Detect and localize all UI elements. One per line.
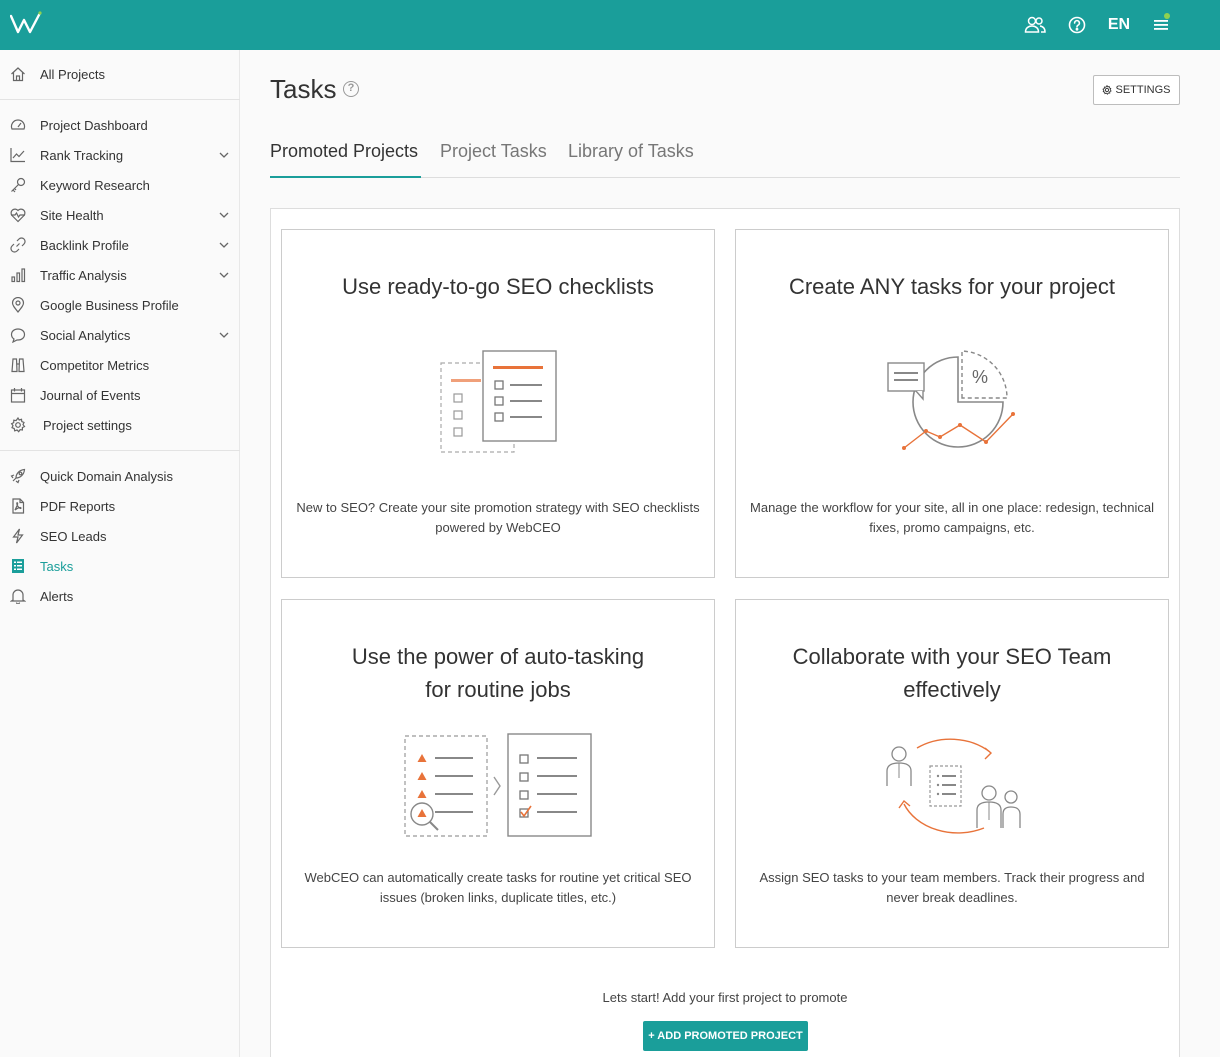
sidebar-item-label: SEO Leads bbox=[40, 528, 107, 544]
gear-icon bbox=[10, 417, 26, 433]
pin-icon bbox=[11, 297, 25, 313]
sidebar-item-label: Social Analytics bbox=[40, 327, 131, 343]
chevron-down-icon[interactable] bbox=[218, 329, 230, 341]
help-icon[interactable] bbox=[1056, 0, 1098, 50]
sidebar-item-label: Project Dashboard bbox=[40, 117, 148, 133]
sidebar-item-site-health[interactable]: Site Health bbox=[0, 200, 240, 230]
sidebar-item-google-business-profile[interactable]: Google Business Profile bbox=[0, 290, 240, 320]
feature-card-any-tasks: Create ANY tasks for your project % Mana… bbox=[735, 229, 1169, 578]
menu-icon[interactable] bbox=[1140, 0, 1182, 50]
bars-icon bbox=[11, 268, 26, 283]
sidebar-item-traffic-analysis[interactable]: Traffic Analysis bbox=[0, 260, 240, 290]
notification-dot bbox=[1164, 13, 1170, 19]
tasks-icon bbox=[12, 559, 24, 573]
help-icon[interactable]: ? bbox=[343, 81, 359, 97]
gear-icon bbox=[1102, 85, 1113, 95]
card-title-line2: for routine jobs bbox=[425, 677, 571, 702]
pie-chart-illustration: % bbox=[887, 350, 1015, 450]
page-title: Tasks bbox=[270, 74, 337, 104]
sidebar-item-seo-leads[interactable]: SEO Leads bbox=[0, 521, 240, 551]
sidebar-item-label: Quick Domain Analysis bbox=[40, 468, 173, 484]
tab-library-of-tasks[interactable]: Library of Tasks bbox=[568, 141, 694, 178]
sidebar-item-label: Project settings bbox=[43, 417, 132, 433]
dashboard-icon bbox=[10, 119, 26, 130]
sidebar-item-all-projects[interactable]: All Projects bbox=[0, 59, 240, 89]
checklist-illustration bbox=[440, 350, 557, 453]
card-title: Use the power of auto-tasking bbox=[351, 644, 645, 669]
rank-chart-icon bbox=[10, 148, 25, 163]
sidebar-item-alerts[interactable]: Alerts bbox=[0, 581, 240, 611]
auto-tasking-illustration bbox=[404, 733, 592, 837]
sidebar: All Projects Project Dashboard Rank Trac… bbox=[0, 50, 240, 1057]
home-icon bbox=[11, 67, 25, 82]
sidebar-item-competitor-metrics[interactable]: Competitor Metrics bbox=[0, 350, 240, 380]
card-title: Create ANY tasks for your project bbox=[788, 274, 1116, 299]
add-promoted-project-button[interactable]: + ADD PROMOTED PROJECT bbox=[643, 1021, 808, 1051]
webceo-logo[interactable] bbox=[10, 11, 44, 35]
settings-label: SETTINGS bbox=[1115, 84, 1171, 96]
sidebar-item-pdf-reports[interactable]: PDF Reports bbox=[0, 491, 240, 521]
sidebar-item-label: Competitor Metrics bbox=[40, 357, 150, 373]
feature-card-auto-tasking: Use the power of auto-tasking for routin… bbox=[281, 599, 715, 948]
sidebar-item-label: Alerts bbox=[40, 588, 74, 604]
card-description: New to SEO? Create your site promotion s… bbox=[296, 500, 700, 535]
sidebar-item-keyword-research[interactable]: Keyword Research bbox=[0, 170, 240, 200]
top-bar: EN bbox=[0, 0, 1220, 50]
card-title-line2: effectively bbox=[903, 677, 1001, 702]
sidebar-item-rank-tracking[interactable]: Rank Tracking bbox=[0, 140, 240, 170]
chevron-down-icon[interactable] bbox=[218, 239, 230, 251]
card-description: Assign SEO tasks to your team members. T… bbox=[759, 870, 1145, 905]
sidebar-item-journal-of-events[interactable]: Journal of Events bbox=[0, 380, 240, 410]
main-content: Tasks ? SETTINGS Promoted Projects Proje… bbox=[241, 50, 1220, 1057]
pdf-icon bbox=[12, 498, 25, 514]
promo-panel: Use ready-to-go SEO checklists New to SE… bbox=[270, 208, 1180, 1057]
team-icon[interactable] bbox=[1014, 0, 1056, 50]
sidebar-item-label: Rank Tracking bbox=[40, 147, 124, 163]
calendar-icon bbox=[10, 388, 26, 403]
team-collaboration-illustration bbox=[886, 738, 1021, 834]
bolt-icon bbox=[12, 528, 24, 544]
sidebar-item-quick-domain-analysis[interactable]: Quick Domain Analysis bbox=[0, 461, 240, 491]
card-description: WebCEO can automatically create tasks fo… bbox=[304, 870, 692, 905]
tab-promoted-projects[interactable]: Promoted Projects bbox=[270, 141, 421, 178]
lets-start-text: Lets start! Add your first project to pr… bbox=[602, 990, 848, 1005]
sidebar-item-label: Google Business Profile bbox=[40, 297, 179, 313]
bell-icon bbox=[10, 589, 26, 604]
heart-pulse-icon bbox=[10, 208, 26, 223]
sidebar-item-label: Traffic Analysis bbox=[40, 267, 127, 283]
sidebar-item-backlink-profile[interactable]: Backlink Profile bbox=[0, 230, 240, 260]
settings-button[interactable]: SETTINGS bbox=[1093, 75, 1180, 105]
sidebar-item-label: Journal of Events bbox=[40, 387, 141, 403]
card-description: Manage the workflow for your site, all i… bbox=[750, 500, 1154, 535]
sidebar-item-label: Backlink Profile bbox=[40, 237, 129, 253]
chat-icon bbox=[10, 328, 26, 343]
tab-project-tasks[interactable]: Project Tasks bbox=[440, 141, 547, 178]
language-selector[interactable]: EN bbox=[1098, 16, 1140, 34]
chevron-down-icon[interactable] bbox=[218, 269, 230, 281]
sidebar-item-project-settings[interactable]: Project settings bbox=[0, 410, 240, 440]
sidebar-item-tasks[interactable]: Tasks bbox=[0, 551, 240, 581]
link-icon bbox=[10, 237, 26, 253]
tab-bar: Promoted Projects Project Tasks Library … bbox=[270, 140, 1180, 178]
sidebar-divider bbox=[0, 450, 240, 451]
feature-card-collaborate: Collaborate with your SEO Team effective… bbox=[735, 599, 1169, 948]
sidebar-item-label: Tasks bbox=[40, 558, 74, 574]
chevron-down-icon[interactable] bbox=[218, 209, 230, 221]
sidebar-item-label: Site Health bbox=[40, 207, 104, 223]
feature-card-checklists: Use ready-to-go SEO checklists New to SE… bbox=[281, 229, 715, 578]
chevron-down-icon[interactable] bbox=[218, 149, 230, 161]
card-title: Use ready-to-go SEO checklists bbox=[342, 274, 654, 299]
rocket-icon bbox=[10, 468, 26, 484]
svg-text:%: % bbox=[972, 367, 988, 387]
key-icon bbox=[11, 177, 26, 193]
sidebar-item-project-dashboard[interactable]: Project Dashboard bbox=[0, 110, 240, 140]
sidebar-item-social-analytics[interactable]: Social Analytics bbox=[0, 320, 240, 350]
sidebar-item-label: PDF Reports bbox=[40, 498, 116, 514]
sidebar-item-label: All Projects bbox=[40, 66, 106, 82]
sidebar-divider bbox=[0, 99, 240, 100]
binoculars-icon bbox=[11, 358, 25, 373]
card-title: Collaborate with your SEO Team bbox=[792, 644, 1112, 669]
sidebar-item-label: Keyword Research bbox=[40, 177, 150, 193]
